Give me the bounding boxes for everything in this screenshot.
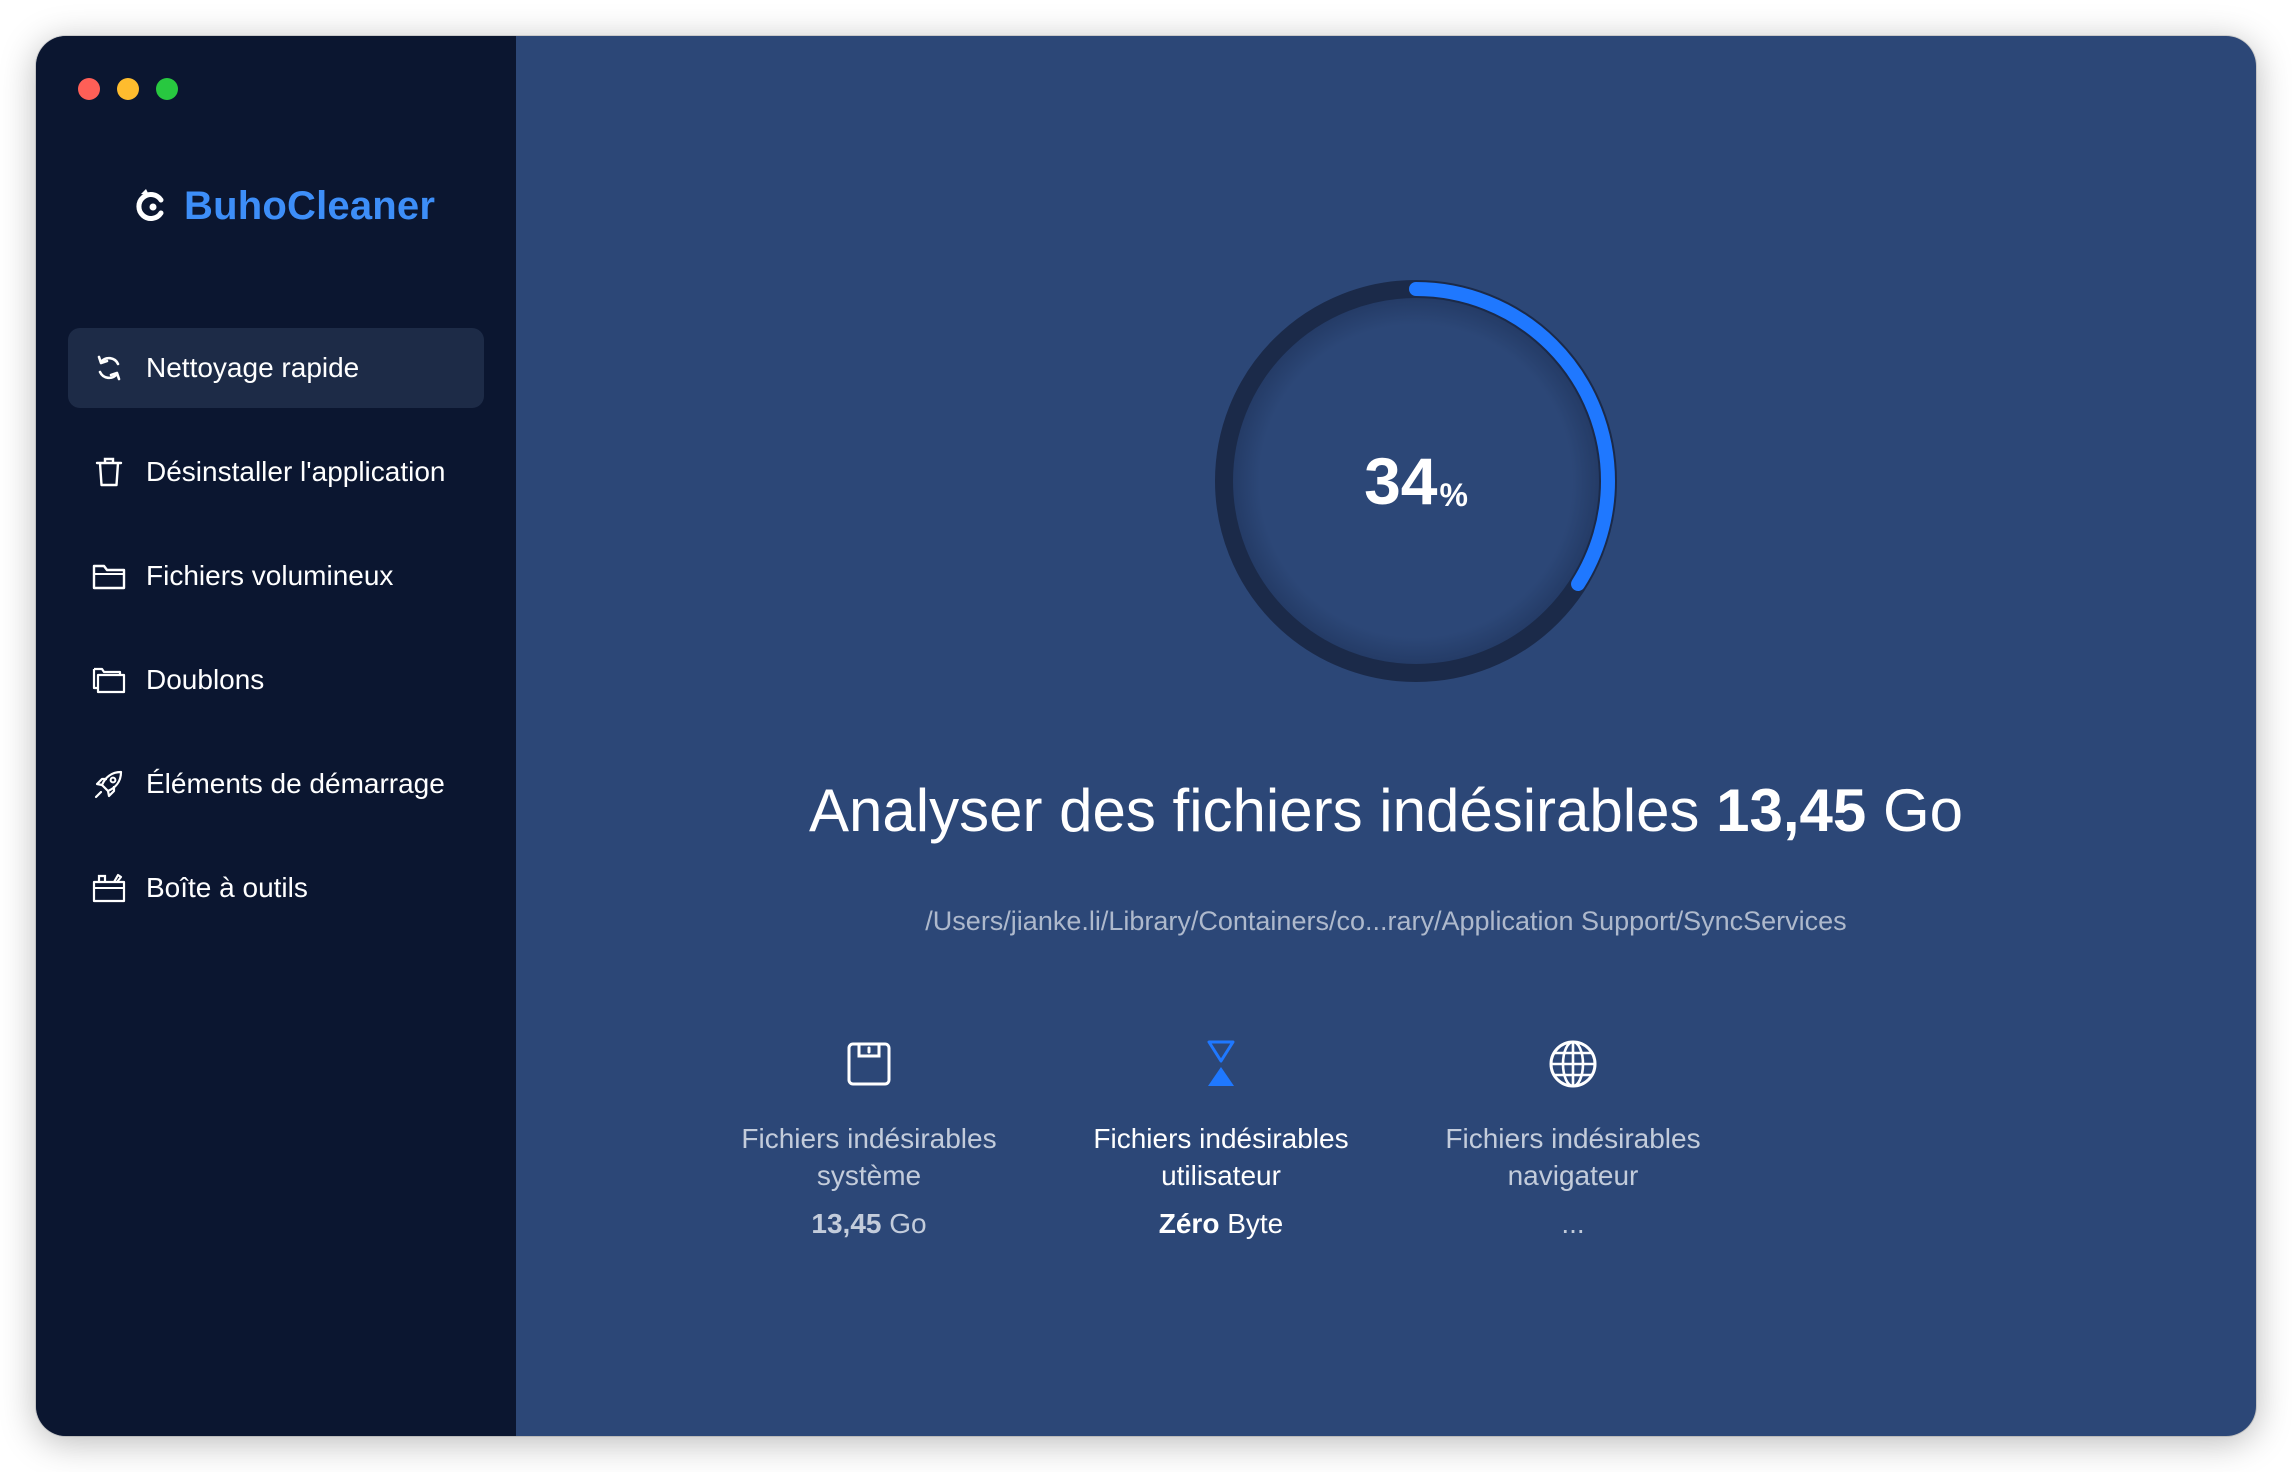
trash-icon	[92, 455, 126, 489]
sidebar-item-label: Doublons	[146, 664, 265, 695]
app-logo: BuhoCleaner	[132, 176, 435, 236]
sidebar-item-label: Éléments de démarrage	[146, 768, 445, 799]
main-panel: 34 % Analyser des fichiers indésirables …	[516, 36, 2256, 1436]
owl-logo-icon	[136, 189, 164, 221]
category-value: ...	[1561, 1208, 1585, 1239]
sidebar-item-label: Désinstaller l'application	[146, 456, 446, 487]
refresh-icon	[92, 351, 126, 385]
scan-headline: Analyser des fichiers indésirables 13,45…	[516, 776, 2256, 845]
current-scan-path: /Users/jianke.li/Library/Containers/co..…	[925, 906, 1847, 936]
minimize-window-button[interactable]	[117, 78, 139, 100]
progress-unit: %	[1439, 476, 1468, 513]
sidebar-item-quick-clean[interactable]: Nettoyage rapide	[68, 328, 484, 408]
sidebar-item-label: Boîte à outils	[146, 872, 308, 903]
sidebar-item-label: Nettoyage rapide	[146, 352, 360, 383]
folder-icon	[92, 559, 126, 593]
category-value: Zéro Byte	[1158, 1208, 1284, 1239]
headline-size: 13,45	[1716, 777, 1867, 844]
duplicate-folder-icon	[92, 663, 126, 697]
category-user-junk: Fichiers indésirables utilisateur Zéro B…	[1051, 1036, 1391, 1240]
category-title: Fichiers indésirables utilisateur	[1093, 1123, 1349, 1191]
sidebar-item-uninstall[interactable]: Désinstaller l'application	[68, 432, 484, 512]
hourglass-icon	[1051, 1036, 1391, 1092]
close-window-button[interactable]	[78, 78, 100, 100]
scan-progress-ring: 34 %	[1206, 271, 1626, 691]
sidebar-item-label: Fichiers volumineux	[146, 560, 394, 591]
category-value: 13,45 Go	[811, 1208, 927, 1239]
globe-icon	[1403, 1036, 1743, 1092]
disk-icon	[699, 1036, 1039, 1092]
sidebar: BuhoCleaner Nettoyage rapide Désinstalle…	[36, 36, 516, 1436]
zoom-window-button[interactable]	[156, 78, 178, 100]
headline-unit: Go	[1882, 777, 1963, 844]
rocket-icon	[92, 767, 126, 801]
sidebar-nav: Nettoyage rapide Désinstaller l'applicat…	[68, 328, 484, 952]
sidebar-item-duplicates[interactable]: Doublons	[68, 640, 484, 720]
category-title: Fichiers indésirables navigateur	[1445, 1123, 1701, 1191]
category-browser-junk: Fichiers indésirables navigateur ...	[1403, 1036, 1743, 1240]
app-window: BuhoCleaner Nettoyage rapide Désinstalle…	[36, 36, 2256, 1436]
sidebar-item-toolbox[interactable]: Boîte à outils	[68, 848, 484, 928]
progress-value: 34	[1364, 444, 1438, 518]
toolbox-icon	[92, 871, 126, 905]
window-controls	[78, 78, 178, 100]
progress-readout: 34 %	[1206, 271, 1626, 691]
sidebar-item-startup[interactable]: Éléments de démarrage	[68, 744, 484, 824]
category-system-junk: Fichiers indésirables système 13,45 Go	[699, 1036, 1039, 1240]
category-title: Fichiers indésirables système	[741, 1123, 997, 1191]
app-name: BuhoCleaner	[184, 183, 436, 228]
sidebar-item-large-files[interactable]: Fichiers volumineux	[68, 536, 484, 616]
headline-text: Analyser des fichiers indésirables	[809, 777, 1700, 844]
